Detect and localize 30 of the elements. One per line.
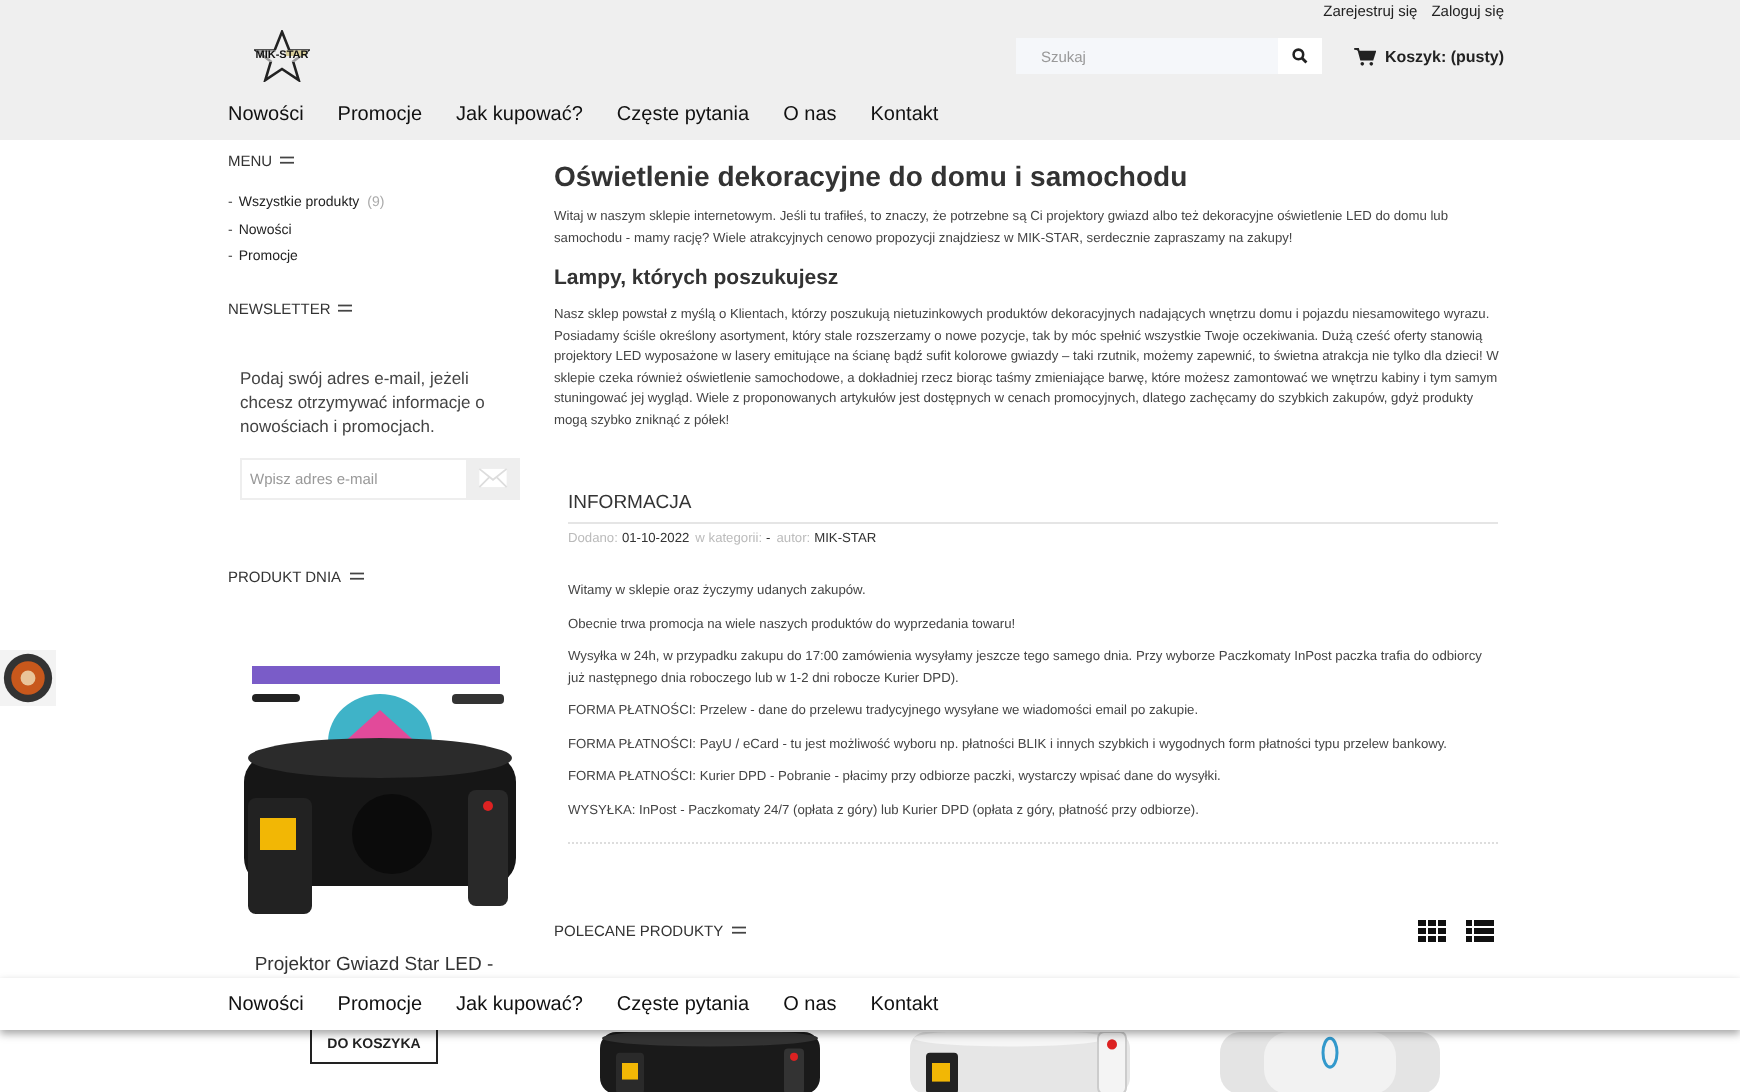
nav-link[interactable]: Częste pytania bbox=[616, 103, 750, 125]
nav-link[interactable]: Kontakt bbox=[870, 103, 939, 125]
product-title[interactable]: Projektor Gwiazd Star LED - bbox=[228, 953, 520, 975]
nav-link[interactable]: Kontakt bbox=[870, 993, 939, 1015]
info-heading: INFORMACJA bbox=[568, 492, 1498, 524]
nav-link[interactable]: Jak kupować? bbox=[456, 103, 583, 125]
page-title: Oświetlenie dekoracyjne do domu i samochodu bbox=[554, 160, 1190, 192]
cart-link[interactable]: Koszyk: (pusty) bbox=[1384, 47, 1504, 65]
search-icon bbox=[1292, 48, 1309, 64]
section-title: Lampy, których poszukujesz bbox=[554, 266, 841, 290]
nav-link[interactable]: Nowości bbox=[228, 103, 304, 125]
nav-link[interactable]: O nas bbox=[783, 993, 837, 1015]
nav-link[interactable]: Promocje bbox=[337, 993, 423, 1015]
envelope-icon bbox=[477, 468, 507, 488]
menu-icon bbox=[731, 926, 746, 936]
nav-link[interactable]: Jak kupować? bbox=[456, 993, 583, 1015]
nav-link[interactable]: Częste pytania bbox=[616, 993, 750, 1015]
newsletter-text: Podaj swój adres e-mail, jeżeli chcesz otrzymywać informacje o nowościach i promocjach. bbox=[240, 365, 487, 437]
menu-icon bbox=[338, 303, 353, 313]
nav-link[interactable]: Promocje bbox=[337, 103, 423, 125]
menu-icon bbox=[349, 571, 364, 581]
grid-view-icon[interactable] bbox=[1418, 920, 1446, 942]
badge-icon[interactable] bbox=[0, 650, 56, 706]
nav-link[interactable]: Nowości bbox=[228, 993, 304, 1015]
menu-icon bbox=[280, 156, 295, 166]
star-icon bbox=[254, 30, 310, 82]
nav-link[interactable]: O nas bbox=[783, 103, 837, 125]
cart-icon bbox=[1354, 47, 1377, 65]
list-view-icon[interactable] bbox=[1466, 920, 1494, 942]
search-button[interactable] bbox=[1278, 38, 1323, 74]
